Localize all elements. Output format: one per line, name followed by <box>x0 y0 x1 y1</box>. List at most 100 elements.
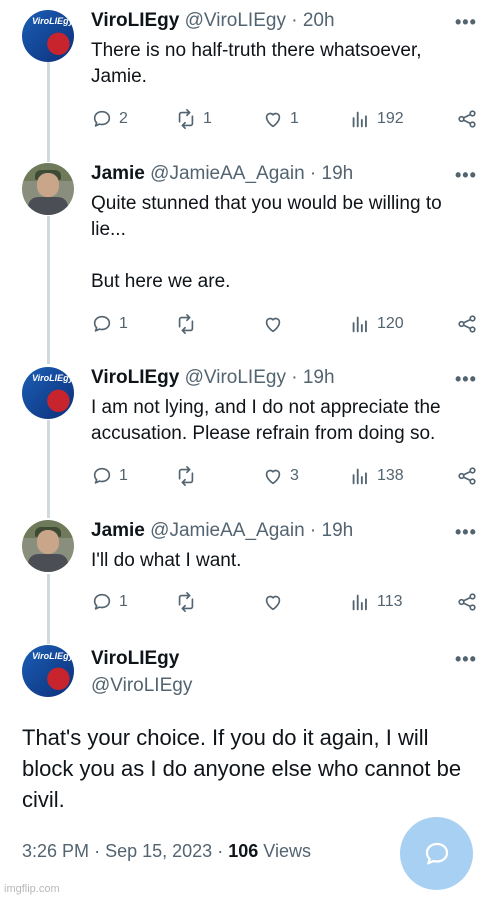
views-button[interactable]: 113 <box>349 591 403 613</box>
views-count: 113 <box>377 593 403 610</box>
reply-count: 1 <box>119 315 128 332</box>
tweet-actions: 1 113 <box>91 591 481 615</box>
views-icon <box>352 468 367 485</box>
like-button[interactable]: 3 <box>262 465 299 487</box>
tweet-text: Quite stunned that you would be willing … <box>91 193 442 292</box>
retweet-icon <box>178 466 194 486</box>
handle[interactable]: @JamieAA_Again <box>150 163 304 184</box>
like-button[interactable] <box>262 591 290 613</box>
like-button[interactable]: 1 <box>262 108 299 130</box>
tweet[interactable]: ViroLIEgy ViroLIEgy @ViroLIEgy · 20h •••… <box>0 10 500 140</box>
tweet[interactable]: Jamie @JamieAA_Again · 19h ••• Quite stu… <box>0 163 500 348</box>
like-icon <box>265 595 281 611</box>
display-name[interactable]: Jamie <box>91 163 145 184</box>
tweet-actions: 1 120 <box>91 313 481 337</box>
tweet-text: That's your choice. If you do it again, … <box>22 725 462 812</box>
views-button[interactable]: 192 <box>349 108 404 130</box>
reply-count: 1 <box>119 593 128 610</box>
tweet-header: ViroLIEgy @ViroLIEgy · 19h <box>91 367 335 389</box>
views-icon <box>352 111 367 128</box>
separator: · <box>94 841 101 861</box>
handle[interactable]: @JamieAA_Again <box>150 520 304 541</box>
tweet[interactable]: ViroLIEgy ViroLIEgy @ViroLIEgy · 19h •••… <box>0 367 500 497</box>
retweet-button[interactable] <box>175 591 203 613</box>
virus-avatar[interactable]: ViroLIEgy <box>22 10 74 62</box>
views-label[interactable]: Views <box>263 841 311 861</box>
views-icon <box>352 594 367 611</box>
retweet-button[interactable] <box>175 313 203 335</box>
reply-fab-button[interactable] <box>400 817 473 890</box>
separator: · <box>291 367 298 388</box>
views-count: 138 <box>377 467 404 484</box>
retweet-count: 1 <box>203 110 212 127</box>
share-icon <box>458 110 476 128</box>
share-icon <box>458 467 476 485</box>
like-button[interactable] <box>262 313 290 335</box>
handle[interactable]: @ViroLIEgy <box>185 367 286 388</box>
retweet-icon <box>178 314 194 334</box>
tweet-header: Jamie @JamieAA_Again · 19h <box>91 520 353 542</box>
watermark: imgflip.com <box>4 883 60 895</box>
separator: · <box>309 520 317 541</box>
reply-icon <box>93 593 111 610</box>
share-button[interactable] <box>456 313 478 340</box>
share-icon <box>458 315 476 333</box>
tweet-time[interactable]: 3:26 PM <box>22 841 89 861</box>
handle[interactable]: @ViroLIEgy <box>185 10 286 31</box>
timestamp[interactable]: 19h <box>322 520 354 541</box>
separator: · <box>309 163 317 184</box>
views-count: 120 <box>377 315 404 332</box>
views-icon <box>352 316 367 333</box>
reply-bubble-icon <box>425 842 449 865</box>
display-name[interactable]: Jamie <box>91 520 145 541</box>
views-button[interactable]: 138 <box>349 465 404 487</box>
tweet[interactable]: Jamie @JamieAA_Again · 19h ••• I'll do w… <box>0 520 500 620</box>
timestamp[interactable]: 19h <box>322 163 354 184</box>
views-button[interactable]: 120 <box>349 313 404 335</box>
reply-icon <box>93 315 111 332</box>
tweet-text: I am not lying, and I do not appreciate … <box>91 397 441 444</box>
more-options-icon[interactable]: ••• <box>455 12 477 33</box>
like-count: 3 <box>290 467 299 484</box>
display-name[interactable]: ViroLIEgy <box>91 367 179 388</box>
reply-button[interactable]: 2 <box>91 108 128 130</box>
retweet-icon <box>178 592 194 612</box>
reply-button[interactable]: 1 <box>91 591 128 613</box>
share-button[interactable] <box>456 108 478 135</box>
timestamp[interactable]: 20h <box>303 10 335 31</box>
views-count: 192 <box>377 110 404 127</box>
virus-avatar[interactable]: ViroLIEgy <box>22 645 74 697</box>
virus-avatar[interactable]: ViroLIEgy <box>22 367 74 419</box>
tweet-date[interactable]: Sep 15, 2023 <box>105 841 212 861</box>
timestamp-line: 3:26 PM · Sep 15, 2023 · 106 Views <box>22 841 311 862</box>
reply-icon <box>93 110 111 127</box>
like-icon <box>265 469 281 485</box>
tweet-text: I'll do what I want. <box>91 550 242 571</box>
views-count: 106 <box>228 841 259 861</box>
reply-button[interactable]: 1 <box>91 313 128 335</box>
retweet-button[interactable]: 1 <box>175 108 212 130</box>
tweet-actions: 1 3 138 <box>91 465 481 489</box>
person-avatar[interactable] <box>22 520 74 572</box>
reply-count: 2 <box>119 110 128 127</box>
timestamp[interactable]: 19h <box>303 367 335 388</box>
tweet-text: There is no half-truth there whatsoever,… <box>91 40 422 87</box>
display-name[interactable]: ViroLIEgy <box>91 10 179 31</box>
separator: · <box>291 10 298 31</box>
more-options-icon[interactable]: ••• <box>455 165 477 186</box>
reply-count: 1 <box>119 467 128 484</box>
retweet-button[interactable] <box>175 465 203 487</box>
share-button[interactable] <box>456 465 478 492</box>
tweet-header: Jamie @JamieAA_Again · 19h <box>91 163 353 185</box>
handle[interactable]: @ViroLIEgy <box>91 675 192 697</box>
display-name[interactable]: ViroLIEgy <box>91 648 179 670</box>
share-button[interactable] <box>456 591 478 618</box>
reply-button[interactable]: 1 <box>91 465 128 487</box>
more-options-icon[interactable]: ••• <box>455 522 477 543</box>
tweet-actions: 2 1 1 192 <box>91 108 481 132</box>
more-options-icon[interactable]: ••• <box>455 369 477 390</box>
person-avatar[interactable] <box>22 163 74 215</box>
reply-icon <box>93 467 111 484</box>
more-options-icon[interactable]: ••• <box>455 649 477 670</box>
tweet-header: ViroLIEgy @ViroLIEgy · 20h <box>91 10 335 32</box>
